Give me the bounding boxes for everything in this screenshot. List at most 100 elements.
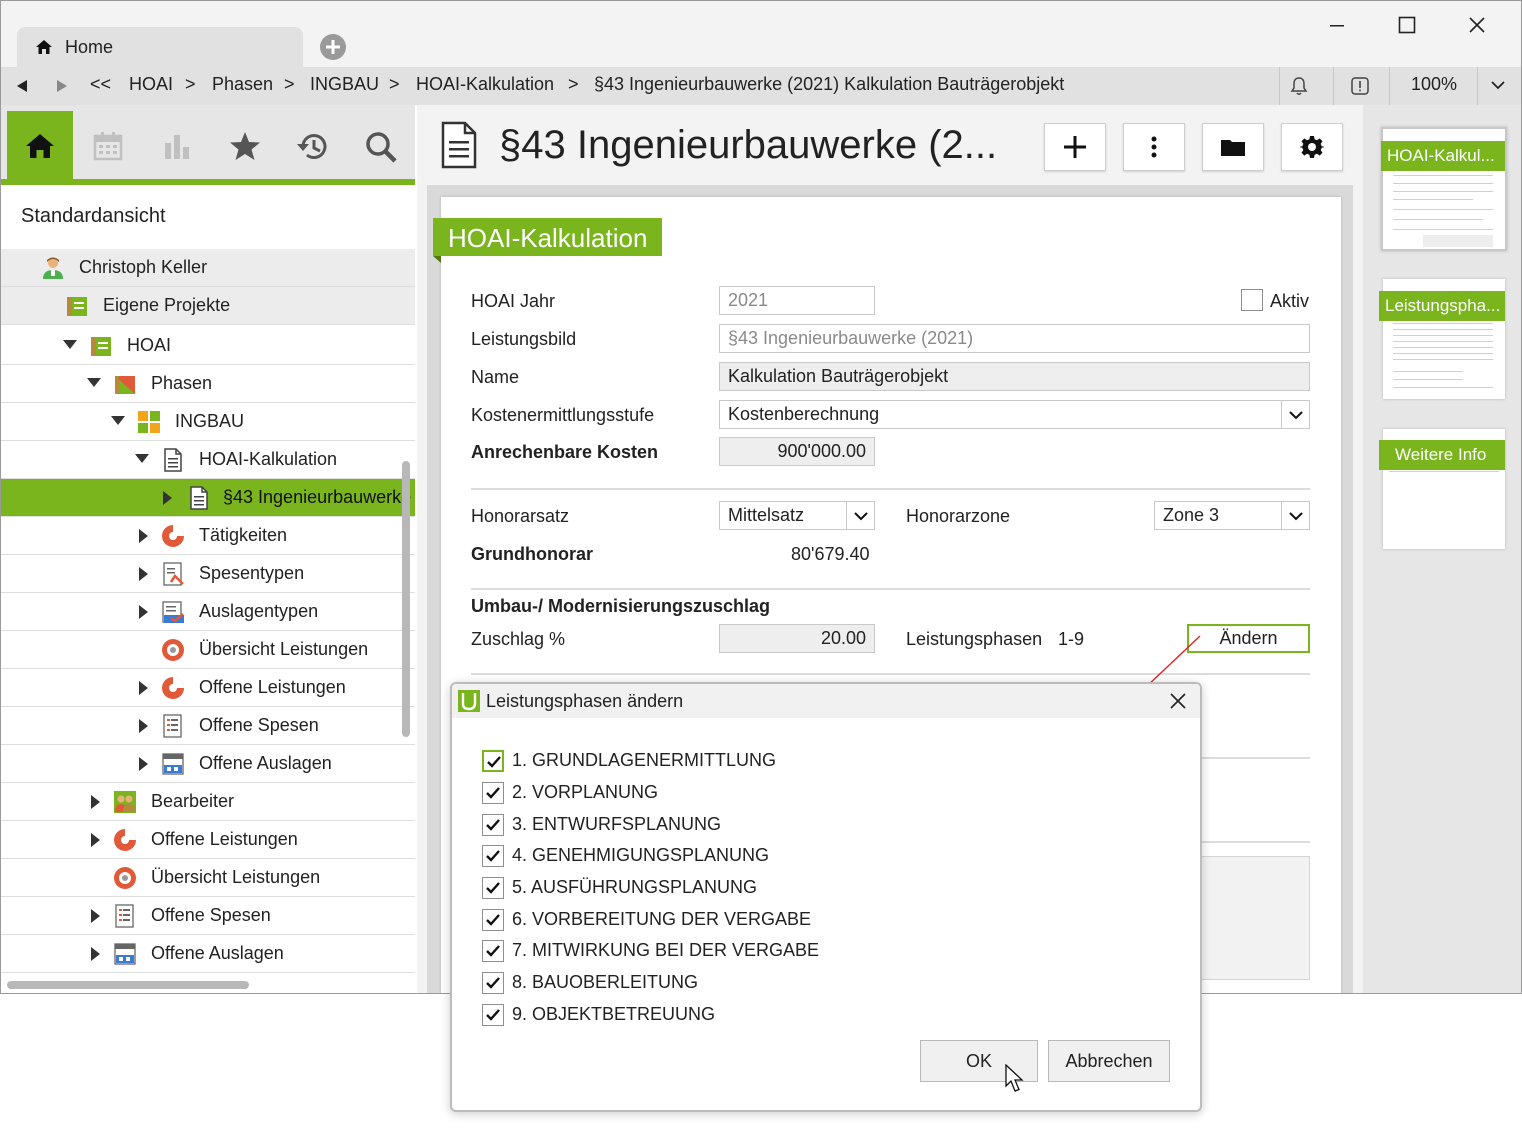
collapse-icon[interactable] xyxy=(135,454,149,463)
zoom-level[interactable]: 100% xyxy=(1411,74,1457,95)
expand-icon[interactable] xyxy=(139,719,148,733)
collapse-icon[interactable] xyxy=(87,378,101,387)
add-tab-icon[interactable] xyxy=(319,33,347,61)
collapse-icon[interactable] xyxy=(111,416,125,425)
cancel-button[interactable]: Abbrechen xyxy=(1048,1040,1170,1082)
expand-icon[interactable] xyxy=(91,795,100,809)
tree-item-own-projects[interactable]: Eigene Projekte xyxy=(1,287,415,325)
chart-icon[interactable] xyxy=(163,131,191,161)
tree-item-uebersicht-leistungen-2[interactable]: Übersicht Leistungen xyxy=(1,859,415,897)
maximize-icon[interactable] xyxy=(1395,13,1419,37)
expand-icon[interactable] xyxy=(163,491,172,505)
settings-button[interactable] xyxy=(1281,123,1343,171)
more-button[interactable] xyxy=(1123,123,1185,171)
zuschlag-field[interactable]: 20.00 xyxy=(719,624,875,653)
tree-item-offene-auslagen-2[interactable]: Offene Auslagen xyxy=(1,935,415,973)
tree-item-label: §43 Ingenieurbauwerke (2021) Kalkulation… xyxy=(223,487,415,507)
phase-checkbox[interactable] xyxy=(482,814,504,836)
chevron-down-icon[interactable] xyxy=(1490,80,1506,92)
forward-icon[interactable] xyxy=(55,79,69,93)
star-icon[interactable] xyxy=(229,131,261,161)
tree-item-label: Christoph Keller xyxy=(79,257,208,277)
phase-grid-icon xyxy=(137,410,161,434)
phase-checkbox[interactable] xyxy=(482,845,504,867)
tree-item-ingbau[interactable]: INGBAU xyxy=(1,403,415,441)
breadcrumb-item-current[interactable]: §43 Ingenieurbauwerke (2021) Kalkulation… xyxy=(594,74,1064,95)
kostenstufe-select[interactable]: Kostenberechnung xyxy=(719,400,1310,429)
breadcrumb-back-all[interactable]: << xyxy=(90,74,111,95)
tree-item-hoai-kalkulation[interactable]: HOAI-Kalkulation xyxy=(1,441,415,479)
phase-checkbox[interactable] xyxy=(482,940,504,962)
tree-item-offene-spesen-2[interactable]: Offene Spesen xyxy=(1,897,415,935)
phase-checkbox[interactable] xyxy=(482,782,504,804)
expand-icon[interactable] xyxy=(91,909,100,923)
breadcrumb-separator: > xyxy=(389,74,400,94)
tree-item-auslagentypen[interactable]: Auslagentypen xyxy=(1,593,415,631)
text-area[interactable] xyxy=(1201,856,1310,980)
expand-icon[interactable] xyxy=(139,757,148,771)
breadcrumb-item-hoai-kalkulation[interactable]: HOAI-Kalkulation xyxy=(416,74,554,95)
history-icon[interactable] xyxy=(295,131,331,163)
expand-icon[interactable] xyxy=(91,947,100,961)
phase-checkbox[interactable] xyxy=(482,750,504,772)
expand-icon[interactable] xyxy=(139,529,148,543)
expand-icon[interactable] xyxy=(91,833,100,847)
tree-item-taetigkeiten[interactable]: Tätigkeiten xyxy=(1,517,415,555)
back-icon[interactable] xyxy=(15,79,29,93)
breadcrumb-item-ingbau[interactable]: INGBAU xyxy=(310,74,379,95)
bell-icon[interactable] xyxy=(1289,76,1309,96)
expand-icon[interactable] xyxy=(139,567,148,581)
leistungsbild-field[interactable]: §43 Ingenieurbauwerke (2021) xyxy=(719,324,1310,353)
chevron-down-icon[interactable] xyxy=(846,502,874,529)
tree-item-user[interactable]: Christoph Keller xyxy=(1,249,415,287)
calendar-icon[interactable] xyxy=(93,131,123,161)
search-icon[interactable] xyxy=(365,131,397,163)
honorarsatz-select[interactable]: Mittelsatz xyxy=(719,501,875,530)
sidebar-toolbar xyxy=(1,105,415,179)
tree-item-offene-spesen[interactable]: Offene Spesen xyxy=(1,707,415,745)
phase-label: 1. GRUNDLAGENERMITTLUNG xyxy=(512,750,777,770)
chevron-down-icon[interactable] xyxy=(1281,502,1309,529)
honorarzone-select[interactable]: Zone 3 xyxy=(1154,501,1310,530)
close-icon[interactable] xyxy=(1168,691,1188,711)
tree-item-offene-auslagen[interactable]: Offene Auslagen xyxy=(1,745,415,783)
name-field[interactable]: Kalkulation Bauträgerobjekt xyxy=(719,362,1310,391)
tree-item-bearbeiter[interactable]: Bearbeiter xyxy=(1,783,415,821)
tree-item-offene-leistungen[interactable]: Offene Leistungen xyxy=(1,669,415,707)
tab-home[interactable]: Home xyxy=(17,27,303,67)
divider xyxy=(1201,841,1310,843)
chevron-down-icon[interactable] xyxy=(1281,401,1309,428)
phase-checkbox[interactable] xyxy=(482,877,504,899)
tree-item-uebersicht-leistungen[interactable]: Übersicht Leistungen xyxy=(1,631,415,669)
tree-item-ingenieurbauwerke-selected[interactable]: §43 Ingenieurbauwerke (2021) Kalkulation… xyxy=(1,479,415,517)
divider xyxy=(1389,67,1390,105)
phase-checkbox[interactable] xyxy=(482,972,504,994)
add-button[interactable] xyxy=(1044,123,1106,171)
gear-icon xyxy=(1300,135,1324,159)
alert-icon[interactable] xyxy=(1350,76,1370,96)
expand-icon[interactable] xyxy=(139,605,148,619)
breadcrumb-item-phasen[interactable]: Phasen xyxy=(212,74,273,95)
expand-icon[interactable] xyxy=(139,681,148,695)
folder-button[interactable] xyxy=(1202,123,1264,171)
phases-icon xyxy=(113,372,137,396)
minimize-icon[interactable] xyxy=(1325,13,1349,37)
collapse-icon[interactable] xyxy=(63,340,77,349)
tree-item-hoai[interactable]: HOAI xyxy=(1,327,415,365)
phase-checkbox[interactable] xyxy=(482,909,504,931)
aktiv-checkbox[interactable] xyxy=(1241,289,1263,311)
vertical-scrollbar[interactable] xyxy=(402,461,410,737)
close-icon[interactable] xyxy=(1465,13,1489,37)
anrechenbare-kosten-field[interactable]: 900'000.00 xyxy=(719,437,875,466)
phase-checkbox[interactable] xyxy=(482,1004,504,1026)
hoai-jahr-field[interactable]: 2021 xyxy=(719,286,875,315)
sidebar-home-button[interactable] xyxy=(7,111,73,179)
view-title[interactable]: Standardansicht xyxy=(21,205,166,228)
name-label: Name xyxy=(471,367,520,387)
tree-item-offene-leistungen-2[interactable]: Offene Leistungen xyxy=(1,821,415,859)
breadcrumb-item-hoai[interactable]: HOAI xyxy=(129,74,173,95)
tree-item-phasen[interactable]: Phasen xyxy=(1,365,415,403)
leistungsbild-label: Leistungsbild xyxy=(471,329,577,349)
tree-item-spesentypen[interactable]: Spesentypen xyxy=(1,555,415,593)
horizontal-scrollbar[interactable] xyxy=(7,981,249,989)
